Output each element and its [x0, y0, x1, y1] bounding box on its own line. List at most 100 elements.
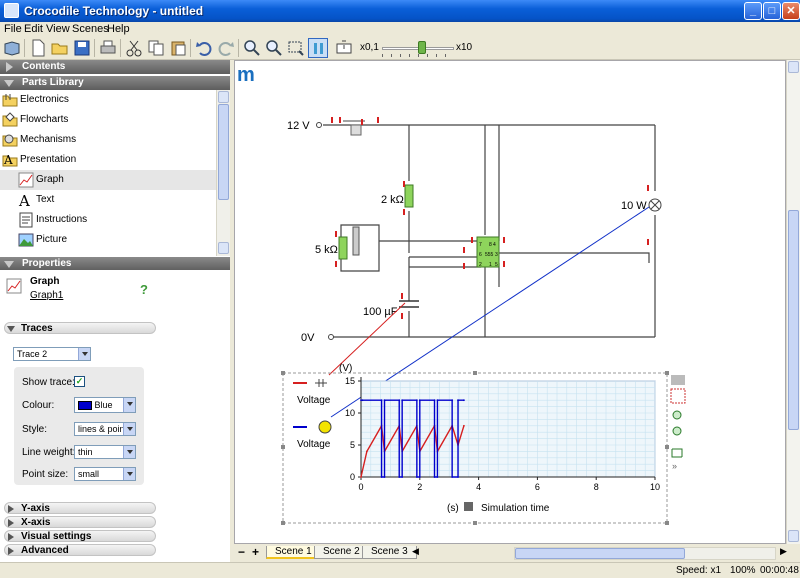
menu-help[interactable]: Help — [107, 22, 130, 36]
part-item-instructions[interactable]: Instructions — [0, 210, 216, 230]
zoom-in-icon[interactable] — [672, 410, 682, 420]
point-size-select[interactable]: small — [74, 467, 136, 481]
copy-icon[interactable] — [146, 38, 166, 58]
advanced-section-header[interactable]: Advanced — [4, 544, 156, 556]
ground-label: 0V — [301, 332, 315, 344]
y-unit-label: (V) — [339, 363, 352, 374]
window-title: Crocodile Technology - untitled — [24, 4, 204, 18]
properties-header[interactable]: Properties — [0, 257, 230, 271]
component-name[interactable]: Graph1 — [30, 290, 63, 301]
scroll-down-icon[interactable] — [788, 530, 799, 542]
expanded-arrow-icon — [4, 80, 14, 87]
supply-voltage-label: 12 V — [287, 120, 310, 132]
y-tick-label: 0 — [350, 472, 355, 482]
scroll-right-icon[interactable]: ▶ — [780, 546, 787, 557]
remove-scene-button[interactable]: − — [238, 545, 245, 559]
maximize-button[interactable]: □ — [763, 2, 781, 20]
timer-555-chip[interactable]: 7 6 2 555 4 8 3 1 5 — [476, 236, 500, 268]
undo-icon[interactable] — [194, 38, 214, 58]
left-panel: Contents Parts Library Electronics Flowc… — [0, 60, 230, 562]
open-folder-icon[interactable] — [50, 38, 70, 58]
parts-list: Electronics Flowcharts Mechanisms A Pres… — [0, 90, 216, 256]
resistor-2k[interactable] — [404, 184, 414, 208]
part-item-graph[interactable]: Graph — [0, 170, 216, 190]
zoom-out-icon[interactable] — [264, 38, 284, 58]
graph-side-toolbar: » — [670, 375, 686, 471]
series-point-1 — [436, 476, 439, 478]
svg-text:4: 4 — [493, 242, 496, 248]
traces-section-header[interactable]: Traces — [4, 322, 156, 334]
parts-list-scrollbar[interactable] — [216, 90, 230, 256]
canvas-vertical-scrollbar[interactable] — [786, 60, 800, 544]
x-unit-label: (s) — [447, 503, 459, 514]
scroll-left-icon[interactable]: ◀ — [412, 546, 419, 557]
y-axis-section-header[interactable]: Y-axis — [4, 502, 156, 514]
y-tick-label: 5 — [350, 440, 355, 450]
voltage-time-plot[interactable]: 0 5 10 15 0 2 4 6 8 10 — [345, 376, 660, 492]
parts-library-header[interactable]: Parts Library — [0, 76, 230, 90]
x-tick-label: 2 — [417, 482, 422, 492]
variable-resistor-5k[interactable] — [338, 236, 348, 260]
save-icon[interactable] — [72, 38, 92, 58]
scene-bar: − + Scene 1 Scene 2 Scene 3 ◀ ▶ — [234, 544, 800, 562]
unit-dropdown-icon[interactable] — [464, 502, 473, 511]
stopwatch-icon[interactable] — [334, 38, 354, 58]
colour-swatch — [78, 401, 92, 411]
circuit-canvas[interactable]: m 12 V 0V 2 kΩ 5 kΩ 100 µF 7 6 2 555 4 8… — [234, 60, 786, 544]
redo-icon[interactable] — [216, 38, 236, 58]
part-item-presentation[interactable]: A Presentation — [0, 150, 216, 170]
scroll-up-icon[interactable] — [788, 61, 799, 73]
ground-terminal[interactable] — [328, 334, 334, 340]
part-item-picture[interactable]: Picture — [0, 230, 216, 250]
minimize-button[interactable]: _ — [744, 2, 762, 20]
part-item-text[interactable]: A Text — [0, 190, 216, 210]
expand-toolbar-icon[interactable]: » — [672, 461, 677, 471]
tab-scene-2[interactable]: Scene 2 — [314, 546, 369, 559]
colour-select[interactable]: Blue — [74, 397, 136, 413]
contents-header[interactable]: Contents — [0, 60, 230, 74]
tab-scene-1[interactable]: Scene 1 — [266, 546, 321, 559]
menu-view[interactable]: View — [46, 22, 70, 36]
scroll-down-icon[interactable] — [218, 242, 229, 254]
visual-settings-section-header[interactable]: Visual settings — [4, 530, 156, 542]
help-icon[interactable]: ? — [140, 282, 148, 297]
scroll-up-icon[interactable] — [218, 91, 229, 103]
zoom-in-icon[interactable] — [242, 38, 262, 58]
zoom-fit-icon[interactable] — [286, 38, 306, 58]
lamp-probe-icon — [318, 420, 332, 434]
supply-terminal[interactable] — [316, 122, 322, 128]
style-select[interactable]: lines & points — [74, 422, 136, 436]
menu-scenes[interactable]: Scenes — [72, 22, 109, 36]
folder-electronics-icon — [2, 94, 18, 107]
fit-graph-icon[interactable] — [671, 448, 683, 458]
menu-file[interactable]: File — [4, 22, 22, 36]
new-file-icon[interactable] — [28, 38, 48, 58]
part-item-mechanisms[interactable]: Mechanisms — [0, 130, 216, 150]
resistor-5k-label: 5 kΩ — [315, 244, 338, 256]
select-region-icon[interactable] — [670, 388, 686, 404]
canvas-horizontal-scrollbar[interactable] — [514, 547, 776, 560]
svg-text:6: 6 — [479, 252, 482, 258]
contents-toggle-button[interactable] — [2, 38, 22, 58]
chevron-down-icon — [78, 348, 90, 360]
add-scene-button[interactable]: + — [252, 545, 259, 559]
series-point-1 — [457, 399, 459, 402]
part-item-flowcharts[interactable]: Flowcharts — [0, 110, 216, 130]
paste-icon[interactable] — [168, 38, 188, 58]
series-point-1 — [463, 399, 465, 402]
zoom-slider-thumb[interactable] — [417, 41, 426, 54]
show-trace-checkbox[interactable]: ✓ — [74, 376, 85, 387]
part-item-electronics[interactable]: Electronics — [0, 90, 216, 110]
trace-select[interactable]: Trace 2 — [13, 347, 91, 361]
cut-icon[interactable] — [124, 38, 144, 58]
line-weight-select[interactable]: thin — [74, 445, 136, 459]
folder-flowcharts-icon — [2, 112, 18, 127]
zoom-out-icon[interactable] — [672, 426, 682, 436]
print-icon[interactable] — [98, 38, 118, 58]
pause-button[interactable] — [308, 38, 328, 58]
tab-scene-3[interactable]: Scene 3 — [362, 546, 417, 559]
x-axis-section-header[interactable]: X-axis — [4, 516, 156, 528]
close-button[interactable]: ✕ — [782, 2, 800, 20]
menu-edit[interactable]: Edit — [24, 22, 43, 36]
x-axis-title: Simulation time — [481, 503, 550, 514]
